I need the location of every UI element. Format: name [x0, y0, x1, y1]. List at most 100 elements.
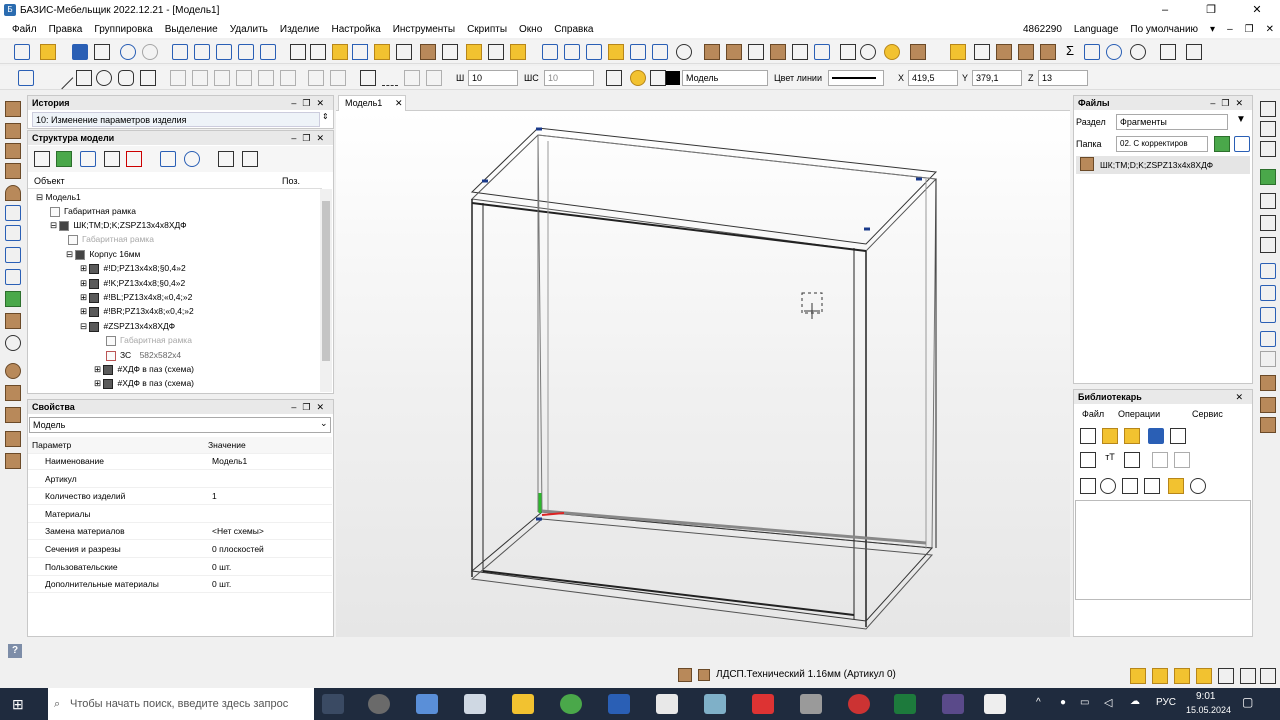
section-icon[interactable] — [814, 44, 830, 60]
panel-controls[interactable]: –❐✕ — [291, 131, 330, 145]
rotate-view-icon[interactable] — [676, 44, 692, 60]
r-tool-2-icon[interactable] — [1260, 121, 1276, 137]
app-photos-icon[interactable] — [464, 694, 486, 714]
taskbar-search[interactable]: ⌕ Чтобы начать поиск, введите здесь запр… — [48, 688, 314, 720]
grid-panel-icon[interactable] — [5, 453, 21, 469]
pan-icon[interactable] — [238, 44, 254, 60]
app-teal-icon[interactable] — [704, 694, 726, 714]
tree-row-model[interactable]: ⊟ Модель1 — [36, 190, 81, 204]
panel-icon[interactable] — [996, 44, 1012, 60]
open-folder-icon[interactable] — [40, 44, 56, 60]
folder-select[interactable]: 02. С корректиров — [1116, 136, 1208, 152]
property-row[interactable]: Количество изделий 1 — [28, 488, 332, 505]
property-row[interactable]: Сечения и разрезы 0 плоскостей — [28, 541, 332, 558]
menu-edit[interactable]: Правка — [43, 24, 89, 35]
panel-close-button[interactable]: ✕ — [1235, 390, 1249, 404]
zoom-all-icon[interactable] — [216, 44, 232, 60]
menu-group[interactable]: Группировка — [88, 24, 158, 35]
status-tool-3-icon[interactable] — [1174, 668, 1190, 684]
view-bottom-icon[interactable] — [608, 44, 624, 60]
line-type-select[interactable] — [828, 70, 884, 86]
save-icon[interactable] — [72, 44, 88, 60]
child-restore-button[interactable]: ❐ — [1239, 24, 1260, 35]
layer-lock-icon[interactable] — [650, 70, 666, 86]
cabinet-icon[interactable] — [1040, 44, 1056, 60]
open-library-icon[interactable] — [1102, 428, 1118, 444]
zoom-window-icon[interactable] — [194, 44, 210, 60]
measure-icon[interactable] — [442, 44, 458, 60]
status-tool-1-icon[interactable] — [1130, 668, 1146, 684]
snap-node-icon[interactable] — [290, 44, 306, 60]
r-tool-14-icon[interactable] — [1260, 397, 1276, 413]
app-round-icon[interactable] — [848, 694, 870, 714]
panel-vertical-icon[interactable] — [5, 123, 21, 139]
z-coordinate-input[interactable]: 13 — [1038, 70, 1088, 86]
property-row[interactable]: Дополнительные материалы 0 шт. — [28, 576, 332, 593]
app-red-icon[interactable] — [752, 694, 774, 714]
view-front-icon[interactable] — [542, 44, 558, 60]
tree-row[interactable]: ⊞ #ХДФ в паз (схема) — [94, 362, 194, 376]
panel-curved-icon[interactable] — [5, 185, 21, 201]
ortho-icon[interactable] — [488, 44, 504, 60]
find-icon[interactable] — [160, 151, 176, 167]
app-blue-icon[interactable] — [608, 694, 630, 714]
language-indicator[interactable]: РУС — [1156, 697, 1176, 708]
tree-row[interactable]: Габаритная рамка — [68, 232, 154, 246]
render-wire-icon[interactable] — [748, 44, 764, 60]
active-view-icon[interactable] — [1168, 478, 1184, 494]
app-pen-icon[interactable] — [800, 694, 822, 714]
move-icon[interactable] — [308, 70, 324, 86]
arrow-down-icon[interactable] — [1174, 452, 1190, 468]
arch-icon[interactable] — [5, 291, 21, 307]
render-shaded-icon[interactable] — [726, 44, 742, 60]
fragments-icon[interactable] — [950, 44, 966, 60]
microphone-icon[interactable]: ● — [1060, 697, 1066, 708]
shelf-icon[interactable] — [5, 247, 21, 263]
r-tool-4-icon[interactable] — [1260, 169, 1276, 185]
line-tool-icon[interactable] — [50, 66, 74, 90]
check-icon[interactable] — [860, 44, 876, 60]
box-icon[interactable] — [1018, 44, 1034, 60]
clock-time[interactable]: 9:01 — [1196, 691, 1215, 702]
polygon-tool-icon[interactable] — [118, 70, 134, 86]
layer-color-swatch[interactable] — [666, 71, 680, 85]
r-tool-11-icon[interactable] — [1260, 331, 1276, 347]
list-icon[interactable] — [218, 151, 234, 167]
r-tool-1-icon[interactable] — [1260, 101, 1276, 117]
view-back-icon[interactable] — [564, 44, 580, 60]
language-menu[interactable]: Language — [1068, 24, 1125, 35]
property-row[interactable]: Замена материалов <Нет схемы> — [28, 523, 332, 540]
offset-icon[interactable] — [404, 70, 420, 86]
layer-bulb-icon[interactable] — [630, 70, 646, 86]
history-spin-icon[interactable]: ⇕ — [322, 112, 329, 121]
grid-icon[interactable] — [310, 44, 326, 60]
group-icon[interactable] — [242, 151, 258, 167]
tree-row[interactable]: ⊟ #ZSPZ13x4x8ХДФ — [80, 319, 175, 333]
section-select[interactable]: Фрагменты — [1116, 114, 1228, 130]
r-tool-6-icon[interactable] — [1260, 215, 1276, 231]
print-icon[interactable] — [94, 44, 110, 60]
view-left-icon[interactable] — [630, 44, 646, 60]
texture-icon[interactable] — [5, 431, 21, 447]
light-bulb-icon[interactable] — [884, 44, 900, 60]
r-tool-13-icon[interactable] — [1260, 375, 1276, 391]
eye-icon[interactable] — [1106, 44, 1122, 60]
print-library-icon[interactable] — [1170, 428, 1186, 444]
r-tool-3-icon[interactable] — [1260, 141, 1276, 157]
librarian-menu-file[interactable]: Файл — [1082, 406, 1104, 422]
layer-select[interactable]: Модель — [682, 70, 768, 86]
rotate-icon[interactable] — [330, 70, 346, 86]
tree-row[interactable]: ⊟ Корпус 16мм — [66, 247, 140, 261]
width-select[interactable]: 10 — [468, 70, 518, 86]
tools-icon[interactable] — [34, 151, 50, 167]
render-hidden-icon[interactable] — [792, 44, 808, 60]
magnet-icon[interactable] — [352, 44, 368, 60]
app-recorder-icon[interactable] — [368, 694, 390, 714]
array-icon[interactable] — [214, 70, 230, 86]
help-icon[interactable]: ? — [8, 644, 22, 658]
tree-row[interactable]: ⊞ #!BR;PZ13x4x8;«0,4;»2 — [80, 304, 194, 318]
menu-help[interactable]: Справка — [548, 24, 599, 35]
tree-row[interactable]: ЗС 582x582x4 — [106, 348, 181, 362]
cut-icon[interactable] — [5, 407, 21, 423]
clock-date[interactable]: 15.05.2024 — [1186, 705, 1231, 715]
